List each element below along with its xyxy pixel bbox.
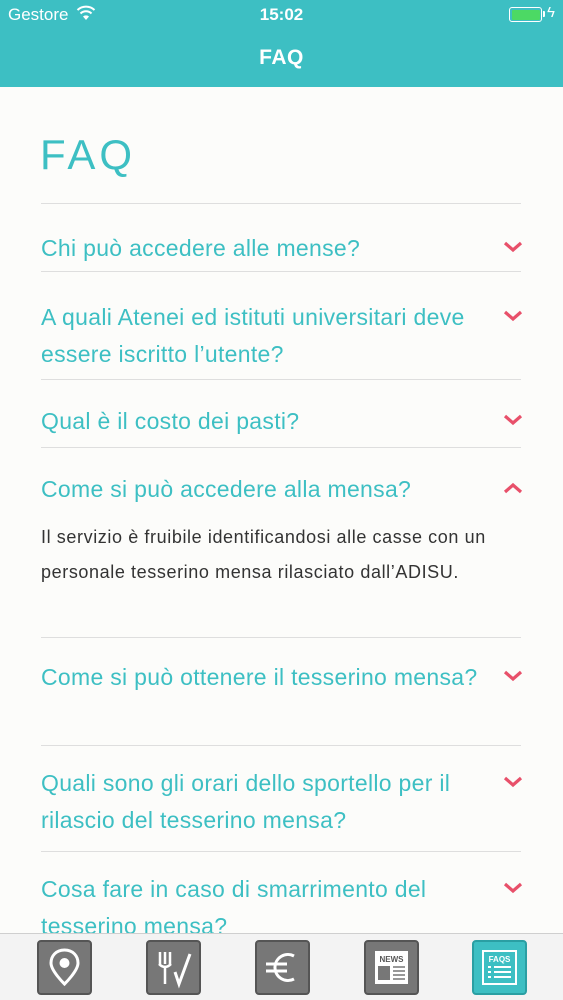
- map-pin-icon: [49, 948, 80, 987]
- faqs-label: FAQS: [489, 955, 511, 964]
- faq-item[interactable]: A quali Atenei ed istituti universitari …: [41, 299, 524, 373]
- euro-icon: [266, 953, 295, 982]
- charging-icon: ϟ: [547, 4, 555, 21]
- faq-divider: [41, 379, 521, 380]
- fork-knife-icon: [158, 952, 192, 989]
- tab-map[interactable]: [37, 940, 92, 995]
- clock: 15:02: [259, 5, 304, 24]
- news-icon: NEWS: [375, 951, 408, 984]
- chevron-down-icon[interactable]: [502, 881, 524, 895]
- faq-content[interactable]: FAQ Chi può accedere alle mense? A quali …: [0, 87, 563, 933]
- chevron-down-icon[interactable]: [502, 309, 524, 323]
- faq-question[interactable]: Qual è il costo dei pasti?: [41, 403, 481, 440]
- chevron-down-icon[interactable]: [502, 240, 524, 254]
- faq-divider: [41, 447, 521, 448]
- chevron-down-icon[interactable]: [502, 775, 524, 789]
- tab-news[interactable]: NEWS: [364, 940, 419, 995]
- faq-item[interactable]: Come si può ottenere il tesserino mensa?: [41, 659, 524, 696]
- faq-item[interactable]: Come si può accedere alla mensa? Il servi…: [41, 471, 524, 590]
- chevron-up-icon[interactable]: [502, 481, 524, 495]
- chevron-down-icon[interactable]: [502, 413, 524, 427]
- faq-item[interactable]: Cosa fare in caso di smarrimento del tes…: [41, 871, 524, 933]
- faq-question[interactable]: Cosa fare in caso di smarrimento del tes…: [41, 871, 481, 933]
- faq-answer: Il servizio è fruibile identificandosi a…: [41, 527, 486, 582]
- battery-icon: [509, 7, 542, 22]
- tab-faqs[interactable]: FAQS: [472, 940, 527, 995]
- faq-item[interactable]: Qual è il costo dei pasti?: [41, 403, 524, 440]
- faq-divider: [41, 271, 521, 272]
- battery-level: [511, 9, 540, 20]
- faq-question[interactable]: A quali Atenei ed istituti universitari …: [41, 299, 481, 373]
- page-title: FAQ: [40, 131, 137, 178]
- header-bar: Gestore 15:02 ϟ FAQ: [0, 0, 563, 87]
- faq-item[interactable]: Quali sono gli orari dello sportello per…: [41, 765, 524, 839]
- faq-divider: [41, 745, 521, 746]
- faq-divider: [41, 851, 521, 852]
- chevron-down-icon[interactable]: [502, 669, 524, 683]
- tab-costs[interactable]: [255, 940, 310, 995]
- faq-question[interactable]: Come si può ottenere il tesserino mensa?: [41, 659, 481, 696]
- faq-item[interactable]: Chi può accedere alle mense?: [41, 230, 524, 267]
- status-bar: Gestore 15:02 ϟ: [0, 0, 563, 30]
- tab-mensa[interactable]: [146, 940, 201, 995]
- faqs-icon: FAQS: [482, 950, 517, 985]
- faq-question[interactable]: Quali sono gli orari dello sportello per…: [41, 765, 481, 839]
- faq-divider: [41, 203, 521, 204]
- faq-divider: [41, 637, 521, 638]
- news-label: NEWS: [380, 955, 405, 964]
- nav-title: FAQ: [259, 46, 304, 69]
- tab-bar: NEWS FAQS: [0, 933, 563, 1000]
- battery-tip: [543, 11, 545, 17]
- faq-question[interactable]: Chi può accedere alle mense?: [41, 230, 481, 267]
- faq-question[interactable]: Come si può accedere alla mensa?: [41, 471, 481, 508]
